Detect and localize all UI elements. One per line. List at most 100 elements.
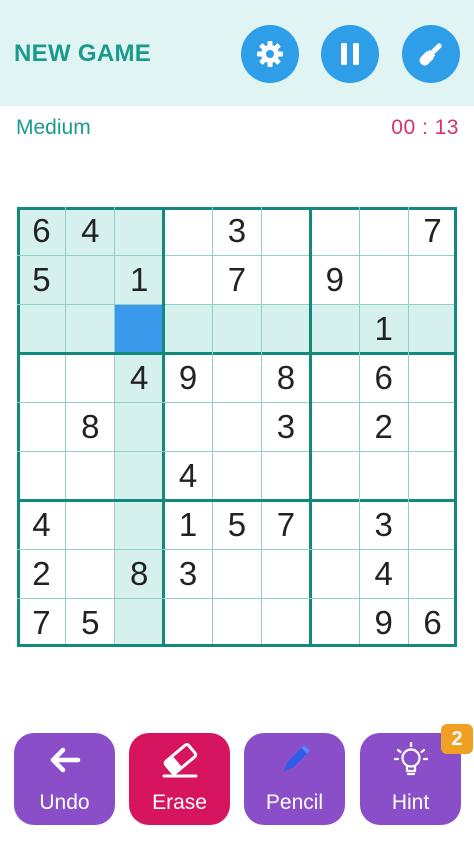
sudoku-cell-r9-c5[interactable] — [213, 598, 262, 647]
sudoku-cell-r5-c5[interactable] — [213, 403, 262, 452]
sudoku-cell-r3-c8[interactable]: 1 — [359, 304, 409, 354]
new-game-button[interactable]: NEW GAME — [14, 36, 151, 72]
sudoku-cell-r1-c6[interactable] — [261, 207, 310, 256]
sudoku-cell-r5-c3[interactable] — [114, 402, 164, 452]
sudoku-cell-r5-c7[interactable] — [310, 403, 359, 452]
undo-label: Undo — [39, 791, 90, 814]
sudoku-cell-r3-c2[interactable] — [65, 304, 115, 354]
sudoku-cell-r2-c2[interactable] — [65, 255, 115, 305]
grid-line-vertical — [162, 207, 165, 647]
sudoku-cell-r6-c7[interactable] — [310, 451, 359, 500]
sudoku-cell-r5-c2[interactable]: 8 — [66, 403, 115, 452]
sudoku-cell-r9-c7[interactable] — [310, 598, 359, 647]
sudoku-cell-r7-c4[interactable]: 1 — [164, 500, 213, 549]
sudoku-cell-r9-c1[interactable]: 7 — [17, 598, 66, 647]
sudoku-cell-r6-c8[interactable] — [359, 451, 408, 500]
grid-line-vertical — [65, 207, 66, 647]
sudoku-cell-r8-c6[interactable] — [261, 549, 310, 598]
grid-line-horizontal — [17, 402, 457, 403]
sudoku-cell-r7-c1[interactable]: 4 — [17, 500, 66, 549]
sudoku-cell-r5-c4[interactable] — [164, 403, 213, 452]
sudoku-cell-r8-c5[interactable] — [213, 549, 262, 598]
sudoku-cell-r5-c9[interactable] — [408, 403, 457, 452]
pause-button[interactable] — [321, 25, 379, 83]
sudoku-cell-r2-c1[interactable]: 5 — [17, 255, 66, 305]
sudoku-cell-r4-c6[interactable]: 8 — [261, 354, 310, 403]
sudoku-cell-r8-c3[interactable]: 8 — [114, 549, 164, 599]
grid-line-vertical — [17, 207, 20, 647]
sudoku-cell-r6-c6[interactable] — [261, 451, 310, 500]
erase-label: Erase — [152, 791, 207, 814]
sudoku-cell-r4-c9[interactable] — [408, 354, 457, 403]
sudoku-cell-r1-c7[interactable] — [310, 207, 359, 256]
sudoku-cell-r1-c5[interactable]: 3 — [213, 207, 262, 256]
sudoku-cell-r8-c7[interactable] — [310, 549, 359, 598]
sudoku-cell-r3-c1[interactable] — [17, 304, 66, 354]
sudoku-cell-r2-c6[interactable] — [261, 256, 310, 305]
sudoku-cell-r6-c4[interactable]: 4 — [164, 451, 213, 500]
erase-button[interactable]: Erase — [129, 733, 230, 825]
sudoku-cell-r3-c5[interactable] — [212, 304, 262, 354]
sudoku-cell-r3-c3[interactable] — [114, 304, 164, 354]
sudoku-cell-r1-c3[interactable] — [114, 207, 164, 256]
gear-icon — [255, 39, 285, 69]
sudoku-cell-r4-c3[interactable]: 4 — [114, 353, 164, 403]
sudoku-cell-r2-c7[interactable]: 9 — [310, 256, 359, 305]
grid-line-horizontal — [17, 255, 457, 256]
sudoku-cell-r8-c9[interactable] — [408, 549, 457, 598]
sudoku-cell-r6-c3[interactable] — [114, 451, 164, 501]
arrow-left-icon — [48, 746, 82, 779]
sudoku-cell-r6-c5[interactable] — [213, 451, 262, 500]
difficulty-label: Medium — [16, 116, 91, 139]
sudoku-cell-r7-c7[interactable] — [310, 500, 359, 549]
sudoku-cell-r1-c1[interactable]: 6 — [17, 207, 66, 256]
sudoku-cell-r2-c4[interactable] — [164, 256, 213, 305]
sudoku-cell-r1-c4[interactable] — [164, 207, 213, 256]
sudoku-cell-r6-c1[interactable] — [17, 451, 66, 500]
sudoku-cell-r1-c8[interactable] — [359, 207, 408, 256]
sudoku-cell-r8-c8[interactable]: 4 — [359, 549, 408, 598]
sudoku-cell-r6-c2[interactable] — [66, 451, 115, 500]
theme-button[interactable] — [402, 25, 460, 83]
settings-button[interactable] — [241, 25, 299, 83]
pencil-button[interactable]: Pencil — [244, 733, 345, 825]
sudoku-cell-r9-c8[interactable]: 9 — [359, 598, 408, 647]
sudoku-cell-r2-c3[interactable]: 1 — [114, 255, 164, 305]
sudoku-cell-r7-c6[interactable]: 7 — [261, 500, 310, 549]
sudoku-cell-r2-c8[interactable] — [359, 256, 408, 305]
sudoku-cell-r5-c1[interactable] — [17, 403, 66, 452]
sudoku-cell-r3-c4[interactable] — [163, 304, 213, 354]
sudoku-cell-r3-c9[interactable] — [408, 304, 457, 354]
sudoku-cell-r4-c1[interactable] — [17, 354, 66, 403]
sudoku-cell-r9-c2[interactable]: 5 — [66, 598, 115, 647]
sudoku-cell-r7-c9[interactable] — [408, 500, 457, 549]
sudoku-cell-r9-c9[interactable]: 6 — [408, 598, 457, 647]
sudoku-cell-r9-c6[interactable] — [261, 598, 310, 647]
sudoku-cell-r4-c7[interactable] — [310, 354, 359, 403]
grid-line-vertical — [454, 207, 457, 647]
sudoku-cell-r8-c4[interactable]: 3 — [164, 549, 213, 598]
sudoku-cell-r5-c6[interactable]: 3 — [261, 403, 310, 452]
sudoku-cell-r9-c4[interactable] — [164, 598, 213, 647]
sudoku-cell-r4-c8[interactable]: 6 — [359, 354, 408, 403]
sudoku-cell-r4-c4[interactable]: 9 — [164, 354, 213, 403]
undo-button[interactable]: Undo — [14, 733, 115, 825]
sudoku-cell-r7-c8[interactable]: 3 — [359, 500, 408, 549]
sudoku-cell-r8-c1[interactable]: 2 — [17, 549, 66, 598]
sudoku-cell-r2-c5[interactable]: 7 — [213, 256, 262, 305]
sudoku-cell-r1-c9[interactable]: 7 — [408, 207, 457, 256]
sudoku-cell-r3-c7[interactable] — [310, 304, 360, 354]
sudoku-cell-r6-c9[interactable] — [408, 451, 457, 500]
sudoku-cell-r7-c3[interactable] — [114, 500, 164, 550]
sudoku-cell-r4-c5[interactable] — [213, 354, 262, 403]
sudoku-cell-r1-c2[interactable]: 4 — [65, 207, 115, 256]
sudoku-cell-r7-c5[interactable]: 5 — [213, 500, 262, 549]
grid-line-horizontal — [17, 549, 457, 550]
sudoku-cell-r8-c2[interactable] — [66, 549, 115, 598]
sudoku-cell-r3-c6[interactable] — [261, 304, 311, 354]
sudoku-cell-r7-c2[interactable] — [66, 500, 115, 549]
sudoku-cell-r5-c8[interactable]: 2 — [359, 403, 408, 452]
sudoku-cell-r4-c2[interactable] — [66, 354, 115, 403]
sudoku-cell-r9-c3[interactable] — [114, 598, 164, 647]
sudoku-cell-r2-c9[interactable] — [408, 256, 457, 305]
